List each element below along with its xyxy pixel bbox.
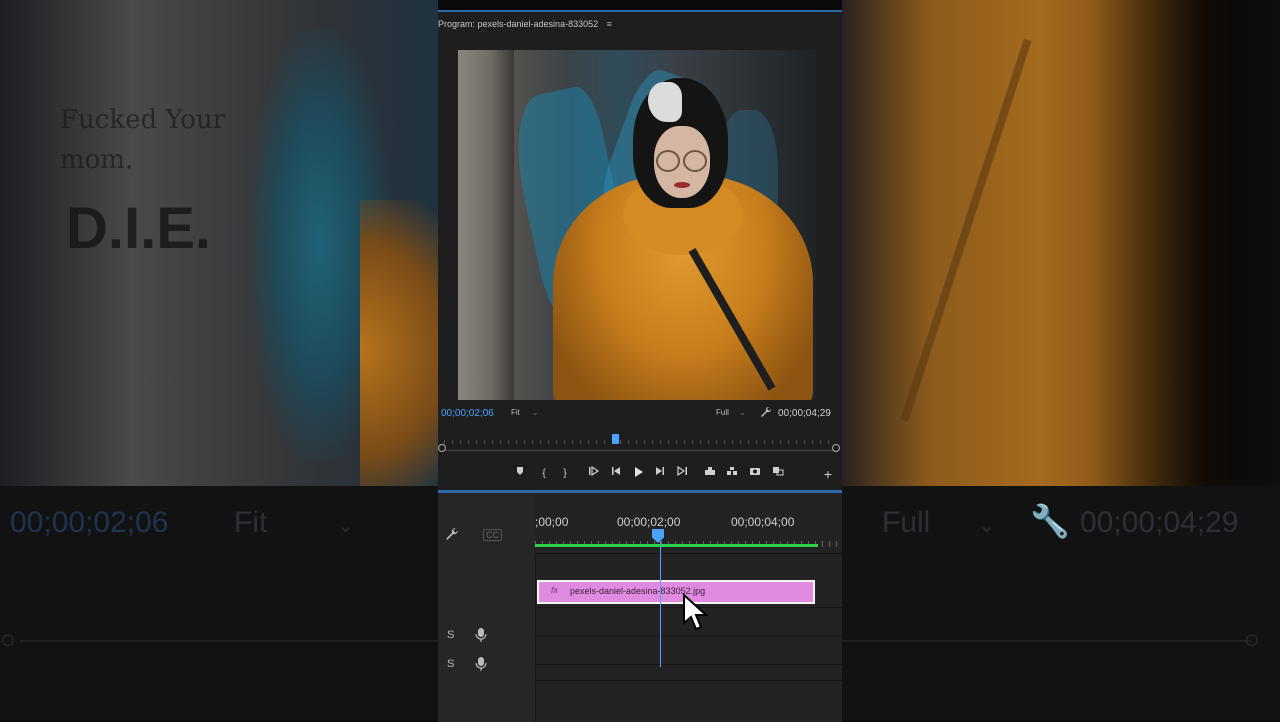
monitor-controls-row: 00;00;02;06 Fit ⌄ Full ⌄ 00;00;04;29	[438, 404, 842, 424]
play-icon[interactable]	[630, 466, 646, 482]
panel-menu-icon[interactable]: ≡	[607, 19, 612, 29]
export-frame-icon[interactable]	[747, 466, 763, 482]
go-to-in-icon[interactable]	[586, 465, 602, 482]
background-blur-left: Fucked Your mom. D.I.E.	[0, 0, 438, 486]
ghost-wrench-icon: 🔧	[1030, 503, 1070, 539]
mark-in-icon[interactable]: {	[536, 466, 552, 482]
background-shade	[1092, 0, 1280, 486]
current-timecode[interactable]: 00;00;02;06	[441, 408, 494, 419]
captions-icon[interactable]: CC	[483, 529, 502, 541]
step-forward-icon[interactable]	[652, 466, 668, 482]
solo-toggle[interactable]: S	[447, 629, 454, 641]
program-monitor-panel: Program: pexels-daniel-adesina-833052 ≡ …	[438, 10, 842, 722]
timeline-playhead-line	[660, 541, 661, 667]
mark-out-icon[interactable]: }	[557, 466, 573, 482]
fx-badge-icon: fx	[551, 585, 559, 595]
button-editor-add-icon[interactable]: +	[824, 466, 832, 482]
audio-track-a3[interactable]	[535, 666, 842, 681]
lift-icon[interactable]	[702, 466, 718, 482]
ghost-timecode-duration: 00;00;04;29	[1080, 506, 1239, 539]
chevron-down-icon: ⌄	[738, 408, 746, 417]
step-back-icon[interactable]	[608, 466, 624, 482]
background-coat-seam	[900, 38, 1032, 422]
comparison-view-icon[interactable]	[770, 466, 786, 482]
solo-toggle[interactable]: S	[447, 658, 454, 670]
background-scrawl: Fucked Your mom.	[60, 105, 226, 175]
ghost-scrub-line-left	[20, 640, 438, 642]
go-to-out-icon[interactable]	[674, 465, 690, 482]
ghost-timecode-current: 00;00;02;06	[10, 506, 169, 539]
mic-icon[interactable]	[474, 656, 490, 672]
ghost-in-point-icon: ○	[0, 624, 16, 654]
out-point-marker	[832, 444, 840, 452]
mic-icon[interactable]	[474, 627, 490, 643]
ruler-label: 00;00;02;00	[617, 515, 681, 529]
background-blur-right	[842, 0, 1280, 486]
duration-timecode: 00;00;04;29	[778, 408, 831, 419]
extract-icon[interactable]	[724, 466, 740, 482]
panel-title: Program: pexels-daniel-adesina-833052 ≡	[438, 14, 612, 34]
ghost-zoom-select: Fit ⌄	[234, 506, 355, 539]
ruler-label: ;00;00	[535, 515, 569, 529]
monitor-scrub-bar[interactable]	[438, 432, 842, 454]
monitor-playhead[interactable]	[611, 434, 619, 444]
work-area-bar[interactable]	[535, 544, 818, 547]
transport-controls: { } +	[438, 464, 842, 486]
zoom-select[interactable]: Fit ⌄	[511, 408, 539, 417]
timeline-panel: CC ;00;00 00;00;02;00 00;00;04;00 S S fx…	[438, 493, 842, 722]
program-preview-image	[458, 50, 816, 400]
wrench-icon[interactable]	[760, 406, 774, 420]
ghost-out-point-icon: ○	[1244, 624, 1260, 654]
timeline-clip[interactable]: fx pexels-daniel-adesina-833052.jpg	[537, 580, 815, 604]
timeline-settings-wrench-icon[interactable]	[445, 527, 459, 544]
chevron-down-icon: ⌄	[531, 408, 539, 417]
audio-track-a2[interactable]	[535, 636, 842, 665]
background-coat-blur	[360, 200, 438, 486]
background-scrawl-big: D.I.E.	[66, 196, 212, 261]
ghost-resolution-select: Full ⌄	[882, 506, 996, 539]
track-headers: CC	[438, 493, 536, 722]
mouse-cursor-icon	[681, 592, 711, 633]
in-point-marker	[438, 444, 446, 452]
ruler-label: 00;00;04;00	[731, 515, 795, 529]
timeline-ruler[interactable]: ;00;00 00;00;02;00 00;00;04;00	[535, 493, 842, 553]
resolution-select[interactable]: Full ⌄	[716, 408, 746, 417]
panel-title-text: Program: pexels-daniel-adesina-833052	[438, 19, 599, 29]
add-marker-icon[interactable]	[512, 466, 528, 482]
ghost-scrub-line-right	[842, 640, 1252, 642]
